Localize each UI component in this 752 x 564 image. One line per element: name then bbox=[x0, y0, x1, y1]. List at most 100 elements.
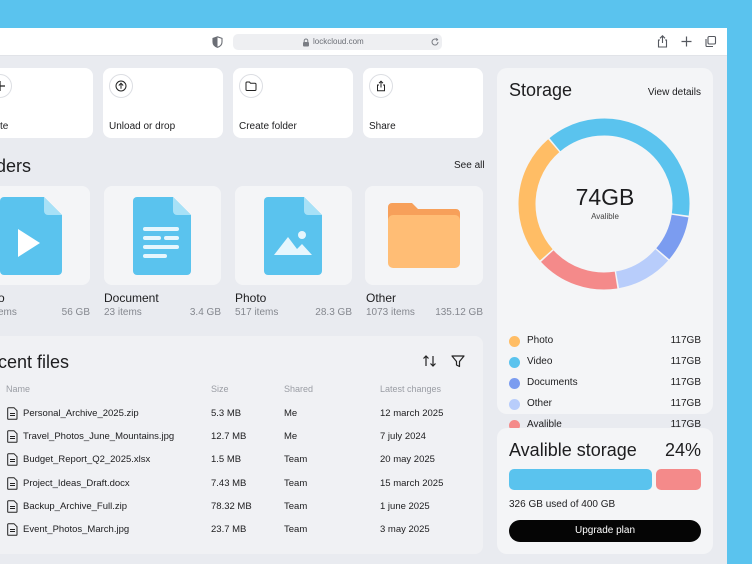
lock-icon bbox=[303, 38, 309, 47]
recent-files-title: ecent files bbox=[0, 352, 70, 372]
file-shared: Team bbox=[284, 477, 308, 489]
file-icon bbox=[7, 453, 18, 467]
folder-tile-document[interactable] bbox=[104, 186, 221, 285]
address-bar[interactable]: lockcloud.com bbox=[233, 34, 442, 50]
filter-icon[interactable] bbox=[451, 354, 465, 368]
legend-swatch bbox=[509, 378, 520, 389]
folder-outline-icon bbox=[239, 74, 263, 98]
folder-item-count: 517 items bbox=[235, 307, 279, 318]
legend-label: Documents bbox=[527, 377, 578, 388]
share-icon[interactable] bbox=[656, 35, 669, 48]
file-shared: Team bbox=[284, 454, 308, 466]
table-row[interactable]: Project_Ideas_Draft.docx 7.43 MB Team 15 ma… bbox=[0, 473, 483, 496]
upgrade-plan-button[interactable]: Upgrade plan bbox=[509, 520, 701, 542]
folder-tile-photo[interactable] bbox=[235, 186, 352, 285]
file-size: 5.3 MB bbox=[211, 408, 242, 419]
folder-icon bbox=[388, 203, 460, 268]
donut-segment-avalible bbox=[541, 250, 618, 290]
legend-item: Photo 117GB bbox=[509, 334, 701, 348]
file-latest-change: 7 july 2024 bbox=[380, 431, 426, 443]
legend-value: 117GB bbox=[670, 398, 701, 409]
browser-toolbar: lockcloud.com bbox=[0, 28, 727, 56]
action-label: Create folder bbox=[239, 121, 297, 132]
file-name: Event_Photos_March.jpg bbox=[23, 524, 130, 535]
donut-segment-other bbox=[615, 249, 669, 289]
legend-value: 117GB bbox=[670, 356, 701, 367]
file-icon bbox=[7, 430, 18, 443]
file-icon bbox=[7, 523, 18, 536]
file-size: 1.5 MB bbox=[211, 454, 242, 466]
folder-tile-other[interactable] bbox=[365, 186, 483, 285]
column-header-name[interactable]: Name bbox=[6, 384, 30, 394]
share-icon bbox=[369, 74, 393, 98]
legend-value: 117GB bbox=[670, 335, 701, 346]
folder-item-count: 23 items bbox=[104, 307, 142, 318]
action-card-create-folder[interactable]: Create folder bbox=[233, 68, 353, 138]
folder-size: 135.12 GB bbox=[435, 307, 483, 318]
recent-files-panel: ecent files Name Size Shared Latest chan… bbox=[0, 336, 483, 554]
file-latest-change: 20 may 2025 bbox=[380, 454, 435, 466]
available-storage-percent: 24% bbox=[664, 440, 701, 460]
table-row[interactable]: Budget_Report_Q2_2025.xlsx 1.5 MB Team 20 m… bbox=[0, 449, 483, 472]
file-shared: Me bbox=[284, 408, 298, 419]
file-shared: Me bbox=[284, 431, 298, 443]
legend-label: Video bbox=[527, 356, 553, 367]
file-name: Backup_Archive_Full.zip bbox=[23, 500, 128, 512]
column-header-latest-changes[interactable]: Latest changes bbox=[380, 384, 441, 394]
folder-item-count: ems bbox=[0, 307, 17, 318]
legend-item: Documents 117GB bbox=[509, 376, 701, 390]
storage-usage-text: 326 GB used of 400 GB bbox=[509, 499, 616, 510]
browser-window: lockcloud.com te Unload or drop Create f… bbox=[0, 28, 727, 564]
upload-icon bbox=[109, 74, 133, 98]
file-latest-change: 15 march 2025 bbox=[380, 477, 444, 489]
action-card-upload[interactable]: Unload or drop bbox=[103, 68, 223, 138]
folder-size: 3.4 GB bbox=[189, 307, 221, 318]
reload-icon[interactable] bbox=[430, 37, 440, 47]
file-icon bbox=[7, 476, 18, 490]
file-size: 23.7 MB bbox=[211, 524, 247, 535]
table-row[interactable]: Event_Photos_March.jpg 23.7 MB Team 3 may 2… bbox=[0, 519, 483, 542]
file-latest-change: 3 may 2025 bbox=[380, 524, 430, 535]
new-tab-icon[interactable] bbox=[680, 35, 693, 48]
legend-swatch bbox=[509, 336, 520, 347]
column-header-size[interactable]: Size bbox=[211, 384, 229, 394]
file-name: Travel_Photos_June_Mountains.jpg bbox=[23, 431, 175, 443]
available-storage-title: Avalible storage bbox=[509, 440, 637, 460]
free-storage-bar bbox=[656, 469, 701, 490]
file-size: 7.43 MB bbox=[211, 477, 247, 489]
view-details-link[interactable]: View details bbox=[648, 87, 701, 98]
action-label: Share bbox=[369, 121, 396, 132]
folder-name: Photo bbox=[235, 291, 267, 305]
file-icon bbox=[7, 407, 18, 420]
action-card-create[interactable]: te bbox=[0, 68, 93, 138]
file-name: Project_Ideas_Draft.docx bbox=[23, 477, 130, 489]
used-storage-bar bbox=[509, 469, 652, 490]
folder-tile-video[interactable] bbox=[0, 186, 90, 285]
action-card-share[interactable]: Share bbox=[363, 68, 483, 138]
legend-label: Photo bbox=[527, 335, 554, 346]
document-icon bbox=[133, 197, 191, 275]
tabs-overview-icon[interactable] bbox=[704, 35, 717, 48]
file-shared: Team bbox=[284, 500, 308, 512]
file-shared: Team bbox=[284, 524, 308, 535]
legend-label: Other bbox=[527, 398, 553, 409]
legend-swatch bbox=[509, 357, 520, 368]
file-size: 12.7 MB bbox=[211, 431, 247, 443]
folder-size: 28.3 GB bbox=[315, 307, 352, 318]
see-all-link[interactable]: See all bbox=[454, 160, 485, 171]
shield-icon[interactable] bbox=[212, 36, 223, 48]
photo-icon bbox=[264, 197, 322, 275]
file-name: Budget_Report_Q2_2025.xlsx bbox=[23, 454, 151, 466]
table-row[interactable]: Backup_Archive_Full.zip 78.32 MB Team 1 jun… bbox=[0, 496, 483, 519]
folder-name: Document bbox=[104, 291, 159, 305]
table-row[interactable]: Personal_Archive_2025.zip 5.3 MB Me 12 marc… bbox=[0, 403, 483, 426]
sort-icon[interactable] bbox=[422, 354, 437, 368]
file-latest-change: 1 june 2025 bbox=[380, 500, 430, 512]
legend-item: Other 117GB bbox=[509, 397, 701, 411]
file-latest-change: 12 march 2025 bbox=[380, 408, 444, 419]
table-row[interactable]: Travel_Photos_June_Mountains.jpg 12.7 MB M… bbox=[0, 426, 483, 449]
available-storage-value: 74GB bbox=[575, 184, 635, 210]
column-header-shared[interactable]: Shared bbox=[284, 384, 313, 394]
action-label: te bbox=[0, 121, 9, 132]
folder-size: 56 GB bbox=[61, 307, 90, 318]
